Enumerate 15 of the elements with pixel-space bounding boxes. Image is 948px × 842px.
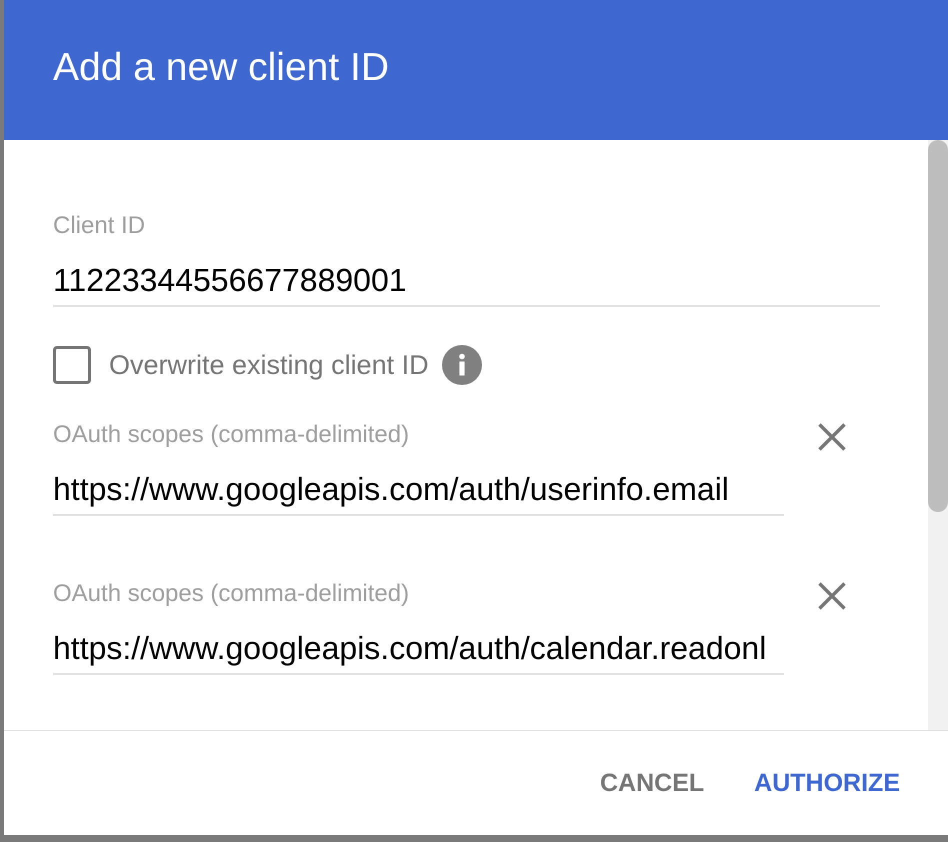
authorize-button[interactable]: AUTHORIZE xyxy=(746,760,908,806)
field-label: Client ID xyxy=(53,212,146,240)
oauth-scope-field[interactable]: https://www.googleapis.com/auth/calendar.readonl xyxy=(53,628,784,675)
checkbox[interactable] xyxy=(53,346,91,384)
dialog-title: Add a new client ID xyxy=(53,45,390,91)
field-label: OAuth scopes (comma-delimited) xyxy=(53,580,410,608)
client-id-field[interactable]: 11223344556677889001 xyxy=(53,260,880,307)
field-label: OAuth scopes (comma-delimited) xyxy=(53,421,410,449)
info-icon[interactable] xyxy=(442,345,482,385)
checkbox-label[interactable]: Overwrite existing client ID xyxy=(109,348,429,382)
scrollbar-thumb[interactable] xyxy=(928,140,948,512)
close-icon[interactable] xyxy=(818,423,846,451)
close-icon[interactable] xyxy=(818,582,846,610)
oauth-scope-field[interactable]: https://www.googleapis.com/auth/userinfo.email xyxy=(53,469,784,516)
cancel-button[interactable]: CANCEL xyxy=(592,760,712,806)
